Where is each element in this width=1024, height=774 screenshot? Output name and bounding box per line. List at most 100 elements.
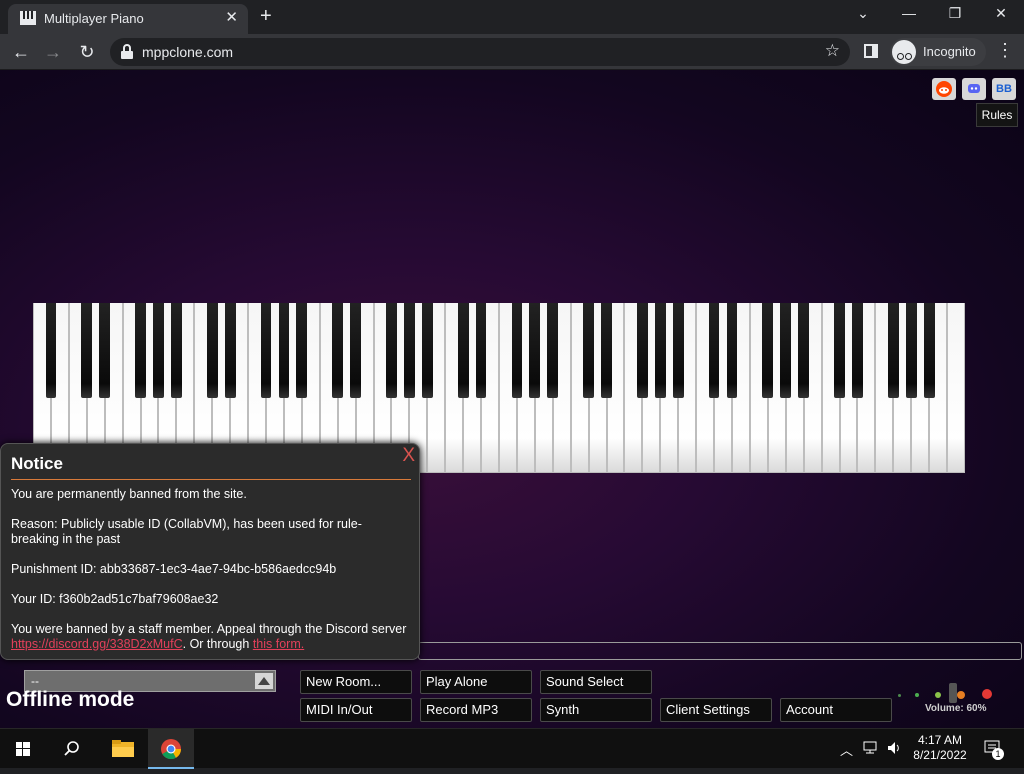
network-icon[interactable] <box>863 741 879 755</box>
lock-icon[interactable] <box>120 44 134 60</box>
black-key[interactable] <box>529 303 541 398</box>
browser-title-bar: Multiplayer Piano ✕ + ⌄ — ❐ ✕ <box>0 0 1024 34</box>
black-key[interactable] <box>511 303 523 398</box>
appeal-prefix: You were banned by a staff member. Appea… <box>11 622 407 636</box>
black-key[interactable] <box>887 303 899 398</box>
black-key[interactable] <box>583 303 594 398</box>
browser-toolbar: ← → ↻ mppclone.com ☆ Incognito ⋮ <box>0 34 1024 70</box>
black-key[interactable] <box>762 303 774 398</box>
black-key[interactable] <box>780 303 792 398</box>
black-key[interactable] <box>99 303 111 398</box>
forward-arrow-icon[interactable]: → <box>42 41 64 63</box>
play-alone-button[interactable]: Play Alone <box>420 670 532 694</box>
black-key[interactable] <box>457 303 469 398</box>
notice-close-button[interactable]: X <box>402 445 415 467</box>
restore-button[interactable]: ❐ <box>940 5 970 22</box>
midi-in-out-button[interactable]: MIDI In/Out <box>300 698 412 722</box>
volume-meter-dot <box>915 693 919 697</box>
black-key[interactable] <box>798 303 810 398</box>
synth-button[interactable]: Synth <box>540 698 652 722</box>
discord-appeal-link[interactable]: https://discord.gg/338D2xMufC <box>11 637 183 651</box>
clock-time: 4:17 AM <box>917 733 963 747</box>
volume-meter-dot <box>982 689 992 699</box>
black-key[interactable] <box>601 303 612 398</box>
back-arrow-icon[interactable]: ← <box>10 41 32 63</box>
black-key[interactable] <box>708 303 720 398</box>
black-key[interactable] <box>672 303 684 398</box>
black-key[interactable] <box>171 303 182 398</box>
offline-mode-label: Offline mode <box>6 688 135 711</box>
black-key[interactable] <box>905 303 917 398</box>
taskbar-clock[interactable]: 4:17 AM 8/21/2022 <box>908 733 972 763</box>
speaker-icon[interactable] <box>886 740 902 756</box>
volume-meter-dot <box>957 691 965 699</box>
incognito-profile-button[interactable]: Incognito <box>890 38 986 66</box>
black-key[interactable] <box>206 303 218 398</box>
your-id: Your ID: f360b2ad51c7baf79608ae32 <box>11 592 219 606</box>
black-key[interactable] <box>278 303 290 398</box>
black-key[interactable] <box>224 303 236 398</box>
tab-search-icon[interactable]: ⌄ <box>848 5 878 22</box>
notifications-icon[interactable]: 1 <box>984 739 1004 760</box>
notification-badge: 1 <box>992 748 1004 760</box>
incognito-icon <box>892 40 916 64</box>
black-key[interactable] <box>852 303 863 398</box>
browser-menu-icon[interactable]: ⋮ <box>996 40 1014 61</box>
black-key[interactable] <box>404 303 415 398</box>
volume-meter-dot <box>898 694 901 697</box>
black-key[interactable] <box>332 303 344 398</box>
black-key[interactable] <box>260 303 272 398</box>
tab-close-icon[interactable]: ✕ <box>225 8 238 26</box>
black-key[interactable] <box>81 303 93 398</box>
black-key[interactable] <box>547 303 559 398</box>
search-icon[interactable] <box>48 729 94 769</box>
client-settings-button[interactable]: Client Settings <box>660 698 772 722</box>
chat-input[interactable] <box>418 642 1022 660</box>
black-key[interactable] <box>135 303 146 398</box>
account-button[interactable]: Account <box>780 698 892 722</box>
black-key[interactable] <box>45 303 57 398</box>
incognito-label: Incognito <box>923 44 976 59</box>
black-key[interactable] <box>421 303 433 398</box>
rules-button[interactable]: Rules <box>976 103 1018 127</box>
side-panel-icon[interactable] <box>864 44 878 58</box>
url-text: mppclone.com <box>142 44 234 60</box>
black-key[interactable] <box>350 303 361 398</box>
new-tab-button[interactable]: + <box>260 6 272 26</box>
black-key[interactable] <box>834 303 845 398</box>
new-room-button[interactable]: New Room... <box>300 670 412 694</box>
tab-multiplayer-piano[interactable]: Multiplayer Piano ✕ <box>8 4 248 34</box>
select-arrow-up-icon[interactable] <box>255 673 273 689</box>
bb-icon[interactable]: BB <box>992 78 1016 100</box>
tab-title: Multiplayer Piano <box>44 11 144 26</box>
black-key[interactable] <box>923 303 935 398</box>
discord-icon[interactable] <box>962 78 986 100</box>
close-window-button[interactable]: ✕ <box>986 5 1016 22</box>
reddit-icon[interactable] <box>932 78 956 100</box>
volume-knob[interactable] <box>949 683 957 703</box>
black-key[interactable] <box>654 303 666 398</box>
punishment-id: Punishment ID: abb33687-1ec3-4ae7-94bc-b… <box>11 562 337 576</box>
appeal-form-link[interactable]: this form. <box>253 637 304 651</box>
black-key[interactable] <box>475 303 487 398</box>
windows-taskbar: ︿ 4:17 AM 8/21/2022 1 <box>0 728 1024 769</box>
black-key[interactable] <box>726 303 738 398</box>
bookmark-star-icon[interactable]: ☆ <box>825 41 840 61</box>
sound-select-button[interactable]: Sound Select <box>540 670 652 694</box>
address-bar[interactable]: mppclone.com ☆ <box>110 38 850 66</box>
room-select-value: -- <box>31 674 39 688</box>
piano-favicon-icon <box>20 11 36 25</box>
file-explorer-icon[interactable] <box>100 729 146 769</box>
white-key[interactable] <box>947 303 965 473</box>
black-key[interactable] <box>153 303 164 398</box>
reload-icon[interactable]: ↻ <box>76 41 98 63</box>
black-key[interactable] <box>296 303 308 398</box>
chrome-icon[interactable] <box>148 729 194 769</box>
black-key[interactable] <box>637 303 648 398</box>
record-mp3-button[interactable]: Record MP3 <box>420 698 532 722</box>
tray-chevron-icon[interactable]: ︿ <box>840 740 853 759</box>
black-key[interactable] <box>386 303 397 398</box>
windows-start-icon[interactable] <box>0 729 46 769</box>
notice-divider <box>11 479 411 480</box>
minimize-button[interactable]: — <box>894 5 924 21</box>
